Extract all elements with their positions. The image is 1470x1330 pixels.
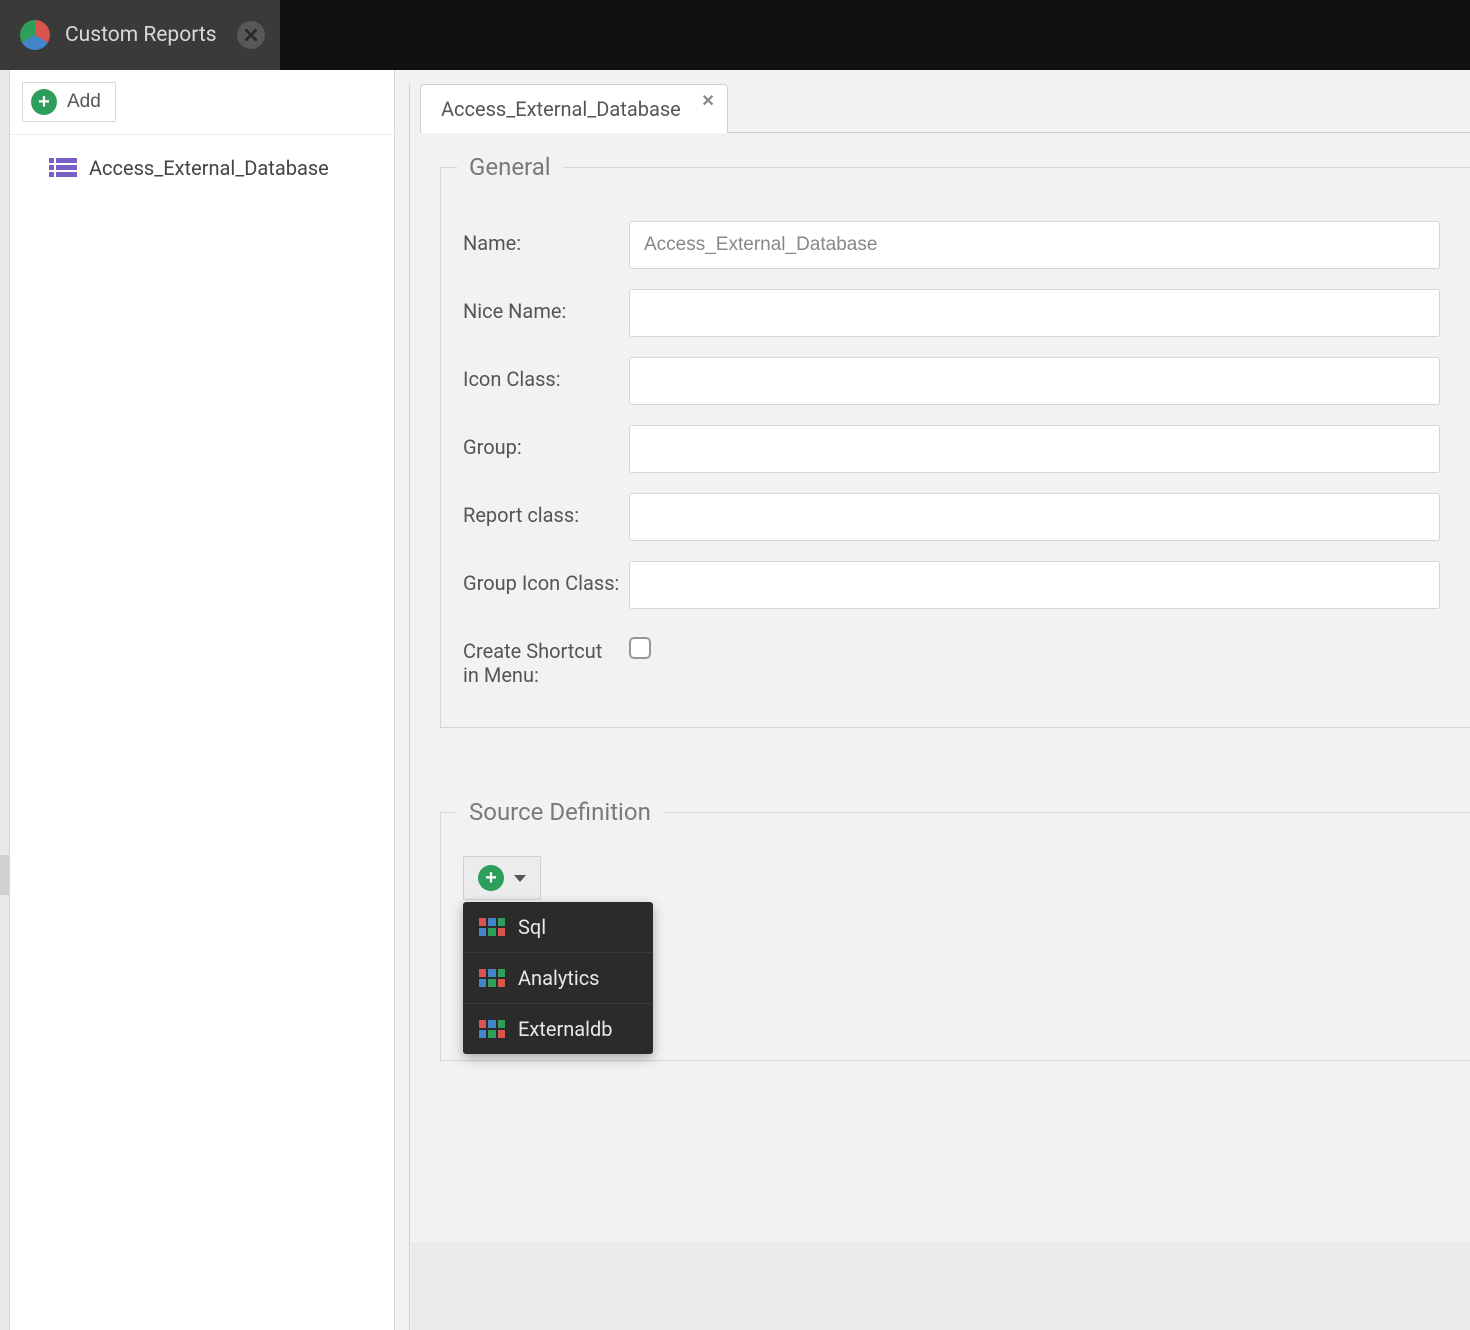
- general-panel: General Name: Nice Name: Icon Class: Gro…: [440, 153, 1470, 728]
- close-icon[interactable]: [237, 21, 265, 49]
- menu-item-externaldb[interactable]: Externaldb: [463, 1004, 653, 1054]
- icon-class-field[interactable]: [629, 357, 1440, 405]
- chevron-down-icon: [514, 875, 526, 882]
- group-label: Group:: [463, 425, 623, 459]
- pie-chart-icon: [20, 20, 50, 50]
- add-button-label: Add: [67, 91, 101, 113]
- content-tab-label: Access_External_Database: [441, 97, 681, 121]
- menu-item-label: Externaldb: [518, 1017, 613, 1041]
- name-label: Name:: [463, 221, 623, 255]
- sidebar: + Add Access_External_Database: [10, 70, 395, 1330]
- top-bar: Custom Reports: [0, 0, 1470, 70]
- menu-item-sql[interactable]: Sql: [463, 902, 653, 953]
- name-field[interactable]: [629, 221, 1440, 269]
- source-definition-legend: Source Definition: [457, 798, 663, 826]
- report-icon: [49, 158, 77, 178]
- menu-item-label: Sql: [518, 915, 546, 939]
- close-icon[interactable]: ✕: [701, 91, 714, 110]
- nice-name-label: Nice Name:: [463, 289, 623, 323]
- report-class-label: Report class:: [463, 493, 623, 527]
- create-shortcut-label: Create Shortcut in Menu:: [463, 629, 623, 687]
- source-definition-panel: Source Definition + Sql: [440, 798, 1470, 1061]
- app-tab-label: Custom Reports: [65, 23, 222, 47]
- bottom-toolbar-area: [411, 1242, 1470, 1330]
- add-button[interactable]: + Add: [22, 82, 116, 122]
- tree-item-label: Access_External_Database: [89, 156, 329, 180]
- create-shortcut-checkbox[interactable]: [629, 637, 651, 659]
- left-gutter: [0, 70, 10, 1330]
- group-icon-class-field[interactable]: [629, 561, 1440, 609]
- report-tree: Access_External_Database: [10, 135, 394, 201]
- data-source-icon: [479, 918, 505, 936]
- general-legend: General: [457, 153, 563, 181]
- add-source-button[interactable]: +: [463, 856, 541, 900]
- splitter[interactable]: [409, 84, 410, 1330]
- content-area: Access_External_Database ✕ General Name:…: [395, 70, 1470, 1330]
- app-tab[interactable]: Custom Reports: [0, 0, 280, 70]
- plus-icon: +: [478, 865, 504, 891]
- content-tabs: Access_External_Database ✕: [420, 84, 1470, 133]
- source-type-menu: Sql Analytics Extern: [463, 902, 653, 1054]
- data-source-icon: [479, 1020, 505, 1038]
- menu-item-analytics[interactable]: Analytics: [463, 953, 653, 1004]
- collapse-handle[interactable]: [0, 855, 9, 895]
- group-icon-class-label: Group Icon Class:: [463, 561, 623, 595]
- group-field[interactable]: [629, 425, 1440, 473]
- nice-name-field[interactable]: [629, 289, 1440, 337]
- tree-item-report[interactable]: Access_External_Database: [25, 150, 379, 186]
- plus-icon: +: [31, 89, 57, 115]
- icon-class-label: Icon Class:: [463, 357, 623, 391]
- menu-item-label: Analytics: [518, 966, 600, 990]
- data-source-icon: [479, 969, 505, 987]
- content-tab[interactable]: Access_External_Database ✕: [420, 84, 728, 133]
- report-class-field[interactable]: [629, 493, 1440, 541]
